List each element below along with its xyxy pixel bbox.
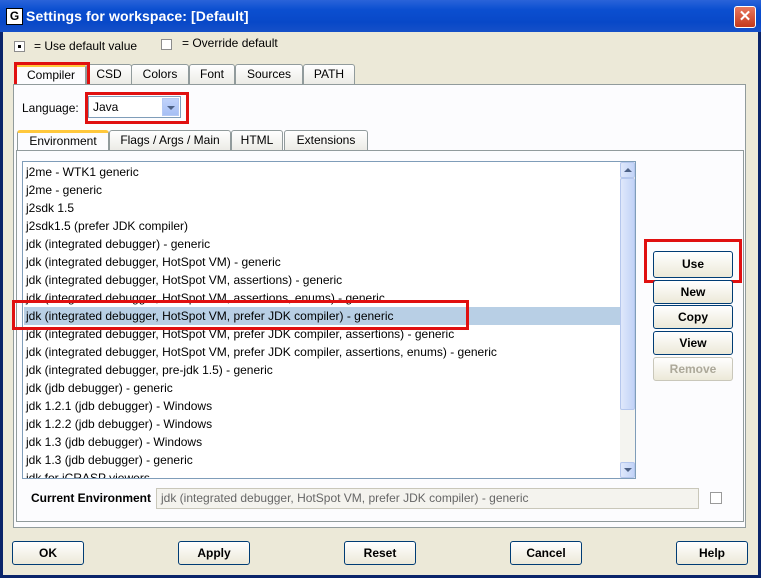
list-item[interactable]: jdk 1.2.2 (jdb debugger) - Windows [26,415,212,433]
tab-html[interactable]: HTML [231,130,283,150]
list-item[interactable]: jdk 1.3 (jdb debugger) - generic [26,451,193,469]
list-item[interactable]: jdk 1.3 (jdb debugger) - Windows [26,433,202,451]
ok-button[interactable]: OK [12,541,84,565]
tab-flags-args-main[interactable]: Flags / Args / Main [109,130,231,150]
list-item[interactable]: jdk (jdb debugger) - generic [26,379,173,397]
list-item[interactable]: jdk for iCRASP viewers [26,469,150,478]
language-highlight [85,92,189,124]
scroll-thumb[interactable] [620,178,635,410]
current-environment-field: jdk (integrated debugger, HotSpot VM, pr… [156,488,699,509]
close-icon[interactable]: ✕ [734,6,756,28]
scroll-down-icon[interactable] [620,462,635,478]
view-button[interactable]: View [653,331,733,355]
title-bar[interactable]: G Settings for workspace: [Default] ✕ [0,0,761,32]
copy-button[interactable]: Copy [653,305,733,329]
window-title: Settings for workspace: [Default] [26,8,249,24]
tab-extensions[interactable]: Extensions [284,130,368,150]
list-item[interactable]: jdk (integrated debugger, HotSpot VM) - … [26,253,281,271]
override-legend-label: = Override default [182,36,278,50]
apply-button[interactable]: Apply [178,541,250,565]
tab-csd[interactable]: CSD [86,64,132,84]
list-item[interactable]: j2me - generic [26,181,102,199]
list-item[interactable]: jdk (integrated debugger, HotSpot VM, as… [26,271,342,289]
new-button[interactable]: New [653,280,733,304]
list-item[interactable]: j2sdk 1.5 [26,199,74,217]
list-item[interactable]: j2sdk1.5 (prefer JDK compiler) [26,217,188,235]
tab-font[interactable]: Font [189,64,235,84]
cancel-button[interactable]: Cancel [510,541,582,565]
list-scrollbar[interactable] [620,162,635,478]
use-button-highlight [644,239,742,283]
app-icon: G [6,8,23,25]
list-item[interactable]: jdk (integrated debugger) - generic [26,235,210,253]
tab-colors[interactable]: Colors [131,64,189,84]
reset-button[interactable]: Reset [344,541,416,565]
tab-sources[interactable]: Sources [235,64,303,84]
tab-environment[interactable]: Environment [17,130,109,152]
current-environment-label: Current Environment [31,491,152,505]
list-item[interactable]: jdk 1.2.1 (jdb debugger) - Windows [26,397,212,415]
list-item[interactable]: j2me - WTK1 generic [26,163,139,181]
default-value-legend-label: = Use default value [34,39,138,53]
remove-button: Remove [653,357,733,381]
help-button[interactable]: Help [676,541,748,565]
override-checkbox-legend [161,39,172,50]
selected-env-highlight [12,300,469,330]
list-item[interactable]: jdk (integrated debugger, pre-jdk 1.5) -… [26,361,273,379]
tab-path[interactable]: PATH [303,64,355,84]
override-checkbox[interactable] [710,492,722,504]
list-item[interactable]: jdk (integrated debugger, HotSpot VM, pr… [26,343,497,361]
default-value-checkbox-legend [14,41,25,52]
scroll-up-icon[interactable] [620,162,635,178]
language-label: Language: [22,101,79,115]
